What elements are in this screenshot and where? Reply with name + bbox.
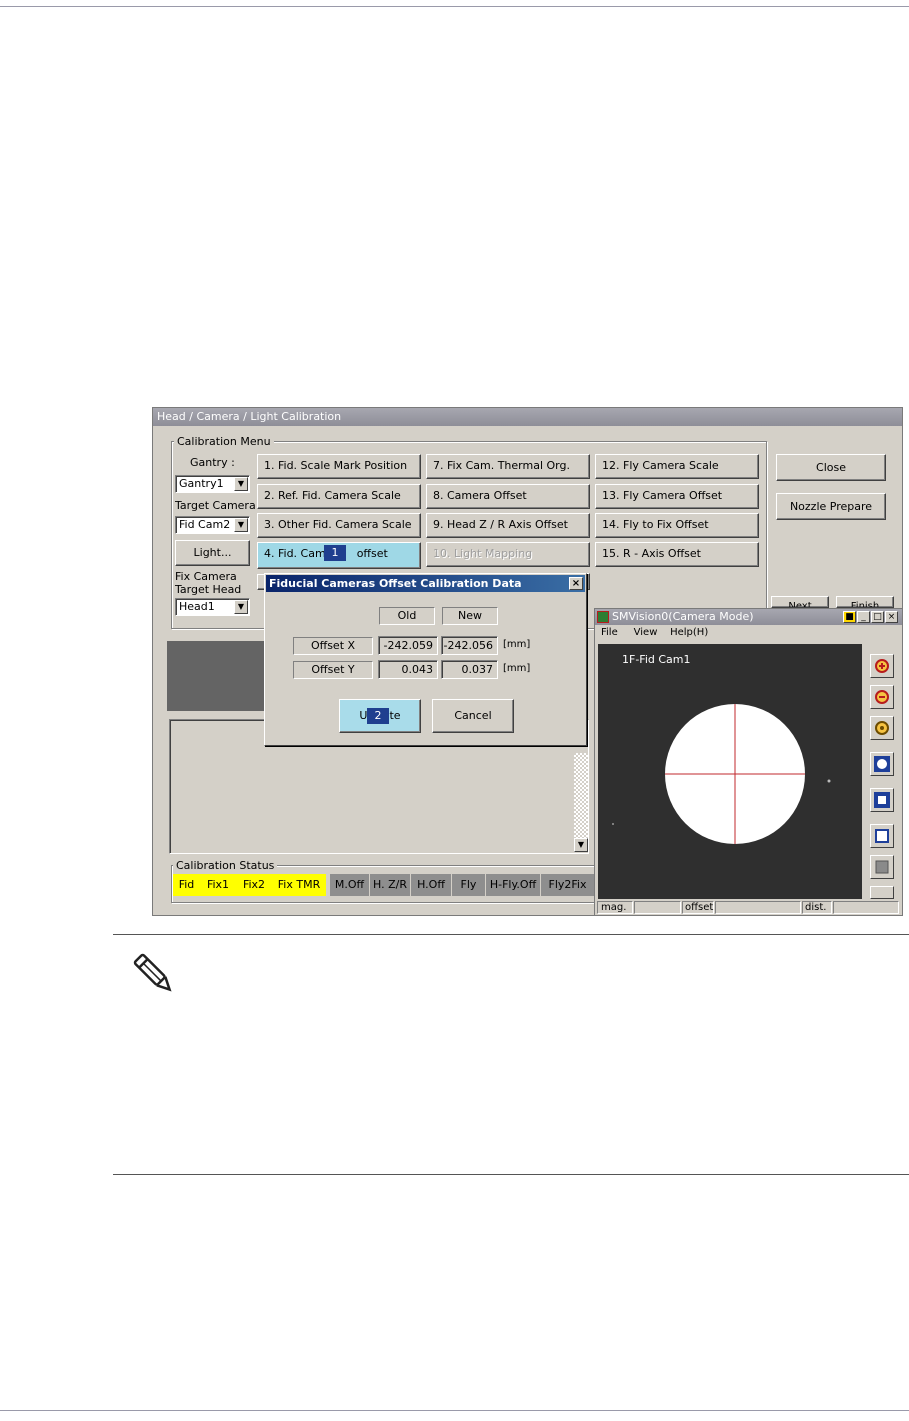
restore-icon[interactable] [870,788,894,812]
finish-button[interactable]: Finish [836,596,894,608]
menu-head-zr-axis-offset-button[interactable]: 9. Head Z / R Axis Offset [426,513,590,538]
chevron-down-icon[interactable]: ▼ [234,600,248,614]
zoom-in-icon[interactable] [870,654,894,678]
gantry-label: Gantry : [190,456,235,469]
camera-view[interactable]: 1F-Fid Cam1 [598,644,862,899]
page-top-rule [0,6,909,7]
status-fix1: Fix1 [200,874,236,896]
menu-file[interactable]: File [601,627,618,638]
target-camera-value: Fid Cam2 [179,518,231,531]
target-camera-label: Target Camera [175,499,256,512]
scroll-down-icon[interactable]: ▼ [574,838,588,852]
page-bottom-rule [0,1410,909,1411]
status-mag: mag. [597,901,633,914]
calibration-status-label: Calibration Status [173,859,278,872]
gantry-select[interactable]: Gantry1 ▼ [175,475,250,493]
vision-toolbar [866,644,900,899]
menu-fly-to-fix-offset-button[interactable]: 14. Fly to Fix Offset [595,513,759,538]
nozzle-prepare-button[interactable]: Nozzle Prepare [776,493,886,520]
calibration-menu-label: Calibration Menu [174,435,274,448]
window-title: Head / Camera / Light Calibration [153,408,902,426]
chevron-down-icon[interactable]: ▼ [234,518,248,532]
offset-calibration-dialog: Fiducial Cameras Offset Calibration Data… [264,573,587,746]
next-button[interactable]: Next [771,596,829,608]
menu-help[interactable]: Help(H) [670,627,708,638]
status-m-off: M.Off [329,874,369,896]
status-fly2fix: Fly2Fix [540,874,594,896]
log-scrollbar-track[interactable] [574,753,588,839]
maximize-icon[interactable]: □ [871,611,884,623]
preview-panel [167,641,267,711]
zoom-fit-icon[interactable] [870,716,894,740]
pin-icon[interactable]: ■ [843,611,856,623]
target-camera-select[interactable]: Fid Cam2 ▼ [175,516,250,534]
status-fix2: Fix2 [236,874,272,896]
target-head-value: Head1 [179,600,215,613]
offset-y-old-value: 0.043 [378,660,438,679]
menu-view[interactable]: View [634,627,658,638]
offset-y-new-value: 0.037 [441,660,498,679]
col-new-header: New [442,607,498,625]
more-icon[interactable] [870,886,894,899]
menu-other-fid-camera-scale-button[interactable]: 3. Other Fid. Camera Scale [257,513,421,538]
menu-fid-cam-offset-label: 4. Fid. Cam [264,547,326,560]
menu-fly-camera-scale-button[interactable]: 12. Fly Camera Scale [595,454,759,479]
menu-light-mapping-button[interactable]: 10. Light Mapping [426,542,590,567]
target-head-select[interactable]: Head1 ▼ [175,598,250,616]
menu-fly-camera-offset-button[interactable]: 13. Fly Camera Offset [595,484,759,509]
zoom-out-icon[interactable] [870,685,894,709]
camera-image [598,644,862,899]
offset-y-unit: [mm] [503,663,531,674]
app-icon [597,611,609,623]
status-fly: Fly [451,874,485,896]
status-bar: Fid Fix1 Fix2 Fix TMR M.Off H. Z/R H.Off… [173,874,594,896]
fix-camera-label: Fix Camera [175,570,237,583]
note-bottom-rule [113,1174,909,1175]
callout-badge-1: 1 [324,545,346,561]
status-fix-tmr: Fix TMR [272,874,326,896]
status-mag-value [634,901,681,914]
callout-badge-2: 2 [367,708,389,724]
status-offset: offset [682,901,714,914]
vision-window: SMVision0(Camera Mode) ■ _ □ × File View… [594,608,903,916]
status-dist-value [833,901,899,914]
update-button-suffix: te [389,709,401,722]
note-top-rule [113,934,909,935]
window-icon[interactable] [870,824,894,848]
menu-fix-cam-thermal-button[interactable]: 7. Fix Cam. Thermal Org. [426,454,590,479]
minimize-icon[interactable]: _ [857,611,870,623]
close-button[interactable]: Close [776,454,886,481]
target-head-label: Target Head [175,583,242,596]
status-h-off: H.Off [410,874,451,896]
camera-overlay-label: 1F-Fid Cam1 [622,653,691,666]
menu-r-axis-offset-button[interactable]: 15. R - Axis Offset [595,542,759,567]
offset-x-new-value: -242.056 [441,636,498,655]
close-icon[interactable]: × [569,577,583,590]
menu-fid-scale-mark-button[interactable]: 1. Fid. Scale Mark Position [257,454,421,479]
menu-fid-cam-offset-suffix: offset [356,547,388,560]
square-icon[interactable] [870,855,894,879]
menu-ref-fid-camera-scale-button[interactable]: 2. Ref. Fid. Camera Scale [257,484,421,509]
dialog-title: Fiducial Cameras Offset Calibration Data [266,575,585,592]
fullscreen-icon[interactable] [870,752,894,776]
status-offset-value [715,901,801,914]
status-dist: dist. [802,901,832,914]
gantry-value: Gantry1 [179,477,224,490]
status-h-zr: H. Z/R [369,874,410,896]
status-fid: Fid [173,874,200,896]
vision-statusbar: mag. offset dist. [597,901,900,915]
offset-x-label: Offset X [293,637,373,655]
vision-menubar: File View Help(H) [601,627,708,638]
status-h-fly-off: H-Fly.Off [485,874,540,896]
offset-y-label: Offset Y [293,661,373,679]
close-icon[interactable]: × [885,611,898,623]
offset-x-unit: [mm] [503,639,531,650]
menu-camera-offset-button[interactable]: 8. Camera Offset [426,484,590,509]
col-old-header: Old [379,607,435,625]
chevron-down-icon[interactable]: ▼ [234,477,248,491]
pencil-icon [130,950,178,998]
light-button[interactable]: Light... [175,540,250,566]
offset-x-old-value: -242.059 [378,636,438,655]
cancel-button[interactable]: Cancel [432,699,514,733]
